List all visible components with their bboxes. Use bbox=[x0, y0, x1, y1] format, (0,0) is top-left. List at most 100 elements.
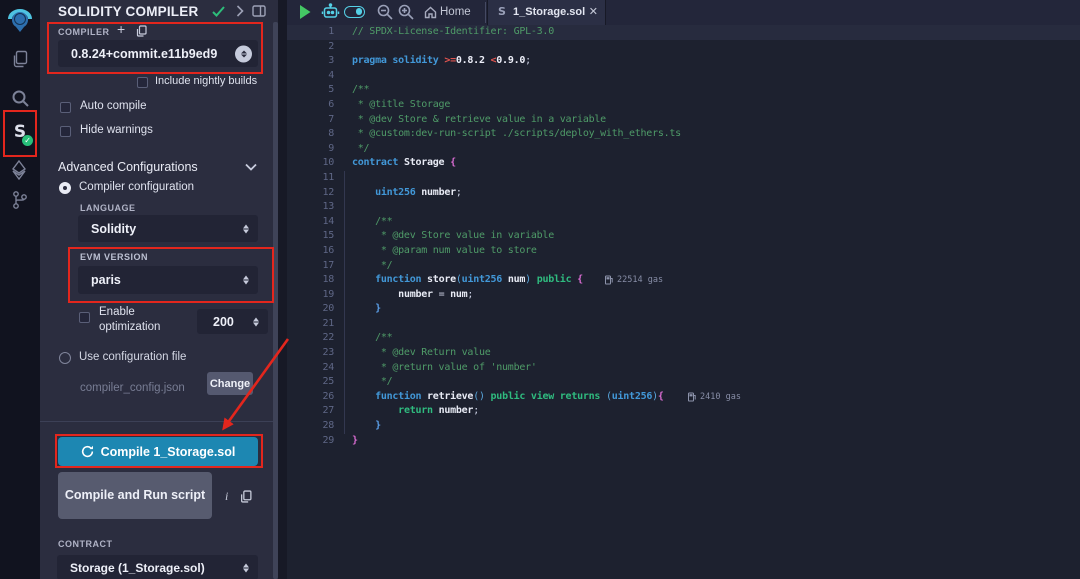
pin-panel-icon[interactable] bbox=[252, 5, 266, 17]
use-configuration-file-radio[interactable] bbox=[59, 352, 71, 364]
code-line-14[interactable]: 14 /** bbox=[287, 215, 1080, 230]
git-icon[interactable] bbox=[0, 182, 40, 218]
zoom-out-icon[interactable] bbox=[377, 4, 393, 20]
run-script-play-icon[interactable] bbox=[298, 4, 312, 20]
auto-compile-label: Auto compile bbox=[80, 100, 146, 112]
code-line-16[interactable]: 16 * @param num value to store bbox=[287, 244, 1080, 259]
evm-version-select[interactable]: paris bbox=[78, 266, 258, 294]
line-number: 13 bbox=[287, 200, 334, 215]
line-number: 15 bbox=[287, 229, 334, 244]
compiler-version-select[interactable]: 0.8.24+commit.e11b9ed9 bbox=[58, 40, 258, 67]
tab-separator bbox=[485, 2, 486, 23]
copy-script-icon[interactable] bbox=[240, 490, 252, 503]
language-label: LANGUAGE bbox=[80, 203, 136, 213]
code-line-10[interactable]: 10contract Storage { bbox=[287, 156, 1080, 171]
line-number: 12 bbox=[287, 186, 334, 201]
panel-editor-divider[interactable] bbox=[278, 0, 287, 579]
code-line-27[interactable]: 27 return number; bbox=[287, 404, 1080, 419]
code-line-19[interactable]: 19 number = num; bbox=[287, 288, 1080, 303]
code-line-21[interactable]: 21 bbox=[287, 317, 1080, 332]
line-number: 16 bbox=[287, 244, 334, 259]
remix-logo-glyph bbox=[7, 7, 33, 33]
activity-bar: S✓ bbox=[0, 0, 40, 579]
copy-version-icon[interactable] bbox=[136, 25, 147, 37]
auto-compile-checkbox[interactable] bbox=[60, 102, 71, 113]
optimization-runs-input[interactable]: 200 bbox=[197, 309, 268, 334]
line-number: 7 bbox=[287, 113, 334, 128]
code-line-6[interactable]: 6 * @title Storage bbox=[287, 98, 1080, 113]
code-line-26[interactable]: 26 function retrieve() public view retur… bbox=[287, 390, 1080, 405]
compile-and-run-button[interactable]: Compile and Run script bbox=[58, 472, 212, 519]
chevron-right-icon[interactable] bbox=[236, 5, 244, 17]
evm-version-value: paris bbox=[91, 273, 121, 287]
code-text: * @dev Store value in variable bbox=[352, 229, 554, 244]
code-line-3[interactable]: 3pragma solidity >=0.8.2 <0.9.0; bbox=[287, 54, 1080, 69]
code-line-7[interactable]: 7 * @dev Store & retrieve value in a var… bbox=[287, 113, 1080, 128]
solidity-file-icon: S bbox=[498, 5, 506, 18]
code-line-5[interactable]: 5/** bbox=[287, 83, 1080, 98]
include-nightly-checkbox[interactable] bbox=[137, 77, 148, 88]
file-explorer-icon[interactable] bbox=[0, 41, 40, 77]
code-line-22[interactable]: 22 /** bbox=[287, 331, 1080, 346]
search-icon[interactable] bbox=[0, 80, 40, 116]
code-line-11[interactable]: 11 bbox=[287, 171, 1080, 186]
code-line-20[interactable]: 20 } bbox=[287, 302, 1080, 317]
code-line-1[interactable]: 1// SPDX-License-Identifier: GPL-3.0 bbox=[287, 25, 1080, 40]
code-line-8[interactable]: 8 * @custom:dev-run-script ./scripts/dep… bbox=[287, 127, 1080, 142]
code-line-15[interactable]: 15 * @dev Store value in variable bbox=[287, 229, 1080, 244]
code-line-17[interactable]: 17 */ bbox=[287, 259, 1080, 274]
line-number: 27 bbox=[287, 404, 334, 419]
compile-button[interactable]: Compile 1_Storage.sol bbox=[58, 437, 258, 466]
contract-caret-icon bbox=[243, 563, 249, 572]
line-number: 1 bbox=[287, 25, 334, 40]
ai-assistant-robot-icon[interactable] bbox=[321, 3, 340, 21]
contract-select[interactable]: Storage (1_Storage.sol) bbox=[57, 555, 258, 579]
version-stepper-icon[interactable] bbox=[235, 45, 252, 62]
solidity-compiler-icon[interactable]: S✓ bbox=[0, 114, 40, 150]
code-text: * @return value of 'number' bbox=[352, 361, 537, 376]
zoom-in-icon[interactable] bbox=[398, 4, 414, 20]
add-compiler-icon[interactable]: + bbox=[117, 21, 125, 37]
solidity-compiler-panel: SOLIDITY COMPILER COMPILER + 0.8.24+comm… bbox=[40, 0, 278, 579]
hide-warnings-checkbox[interactable] bbox=[60, 126, 71, 137]
home-tab[interactable]: Home bbox=[440, 6, 471, 18]
info-icon[interactable]: i bbox=[225, 489, 228, 504]
home-icon[interactable] bbox=[424, 6, 437, 19]
code-line-2[interactable]: 2 bbox=[287, 40, 1080, 55]
line-number: 3 bbox=[287, 54, 334, 69]
line-number: 19 bbox=[287, 288, 334, 303]
code-line-12[interactable]: 12 uint256 number; bbox=[287, 186, 1080, 201]
enable-optimization-checkbox[interactable] bbox=[79, 312, 90, 323]
advanced-configurations-title[interactable]: Advanced Configurations bbox=[58, 160, 198, 174]
compiler-configuration-radio[interactable] bbox=[59, 182, 71, 194]
compiler-configuration-label: Compiler configuration bbox=[79, 181, 194, 193]
language-value: Solidity bbox=[91, 222, 136, 236]
code-line-28[interactable]: 28 } bbox=[287, 419, 1080, 434]
code-line-29[interactable]: 29} bbox=[287, 434, 1080, 449]
config-filename[interactable]: compiler_config.json bbox=[80, 382, 185, 394]
runs-stepper-icon[interactable] bbox=[253, 317, 259, 326]
code-line-23[interactable]: 23 * @dev Return value bbox=[287, 346, 1080, 361]
code-line-18[interactable]: 18 function store(uint256 num) public {2… bbox=[287, 273, 1080, 288]
code-line-13[interactable]: 13 bbox=[287, 200, 1080, 215]
change-config-button[interactable]: Change bbox=[207, 372, 253, 395]
evm-version-label: EVM VERSION bbox=[80, 252, 148, 262]
code-line-4[interactable]: 4 bbox=[287, 69, 1080, 84]
compiled-check-badge: ✓ bbox=[22, 135, 33, 146]
close-tab-icon[interactable]: ✕ bbox=[589, 5, 598, 18]
use-configuration-file-label: Use configuration file bbox=[79, 351, 186, 363]
line-number: 22 bbox=[287, 331, 334, 346]
tab-1-storage-sol[interactable]: S 1_Storage.sol ✕ bbox=[487, 0, 606, 25]
code-text: function retrieve() public view returns … bbox=[352, 390, 664, 405]
remix-logo-icon[interactable] bbox=[0, 2, 40, 38]
code-line-9[interactable]: 9 */ bbox=[287, 142, 1080, 157]
evm-caret-icon bbox=[243, 276, 249, 285]
chevron-down-icon[interactable] bbox=[245, 163, 257, 171]
code-line-25[interactable]: 25 */ bbox=[287, 375, 1080, 390]
code-line-24[interactable]: 24 * @return value of 'number' bbox=[287, 361, 1080, 376]
code-text: * @custom:dev-run-script ./scripts/deplo… bbox=[352, 127, 681, 142]
refresh-icon bbox=[81, 445, 94, 458]
language-select[interactable]: Solidity bbox=[78, 215, 258, 242]
ai-toggle-switch[interactable] bbox=[344, 6, 365, 18]
editor-tabbar: Home S 1_Storage.sol ✕ bbox=[287, 0, 1080, 25]
